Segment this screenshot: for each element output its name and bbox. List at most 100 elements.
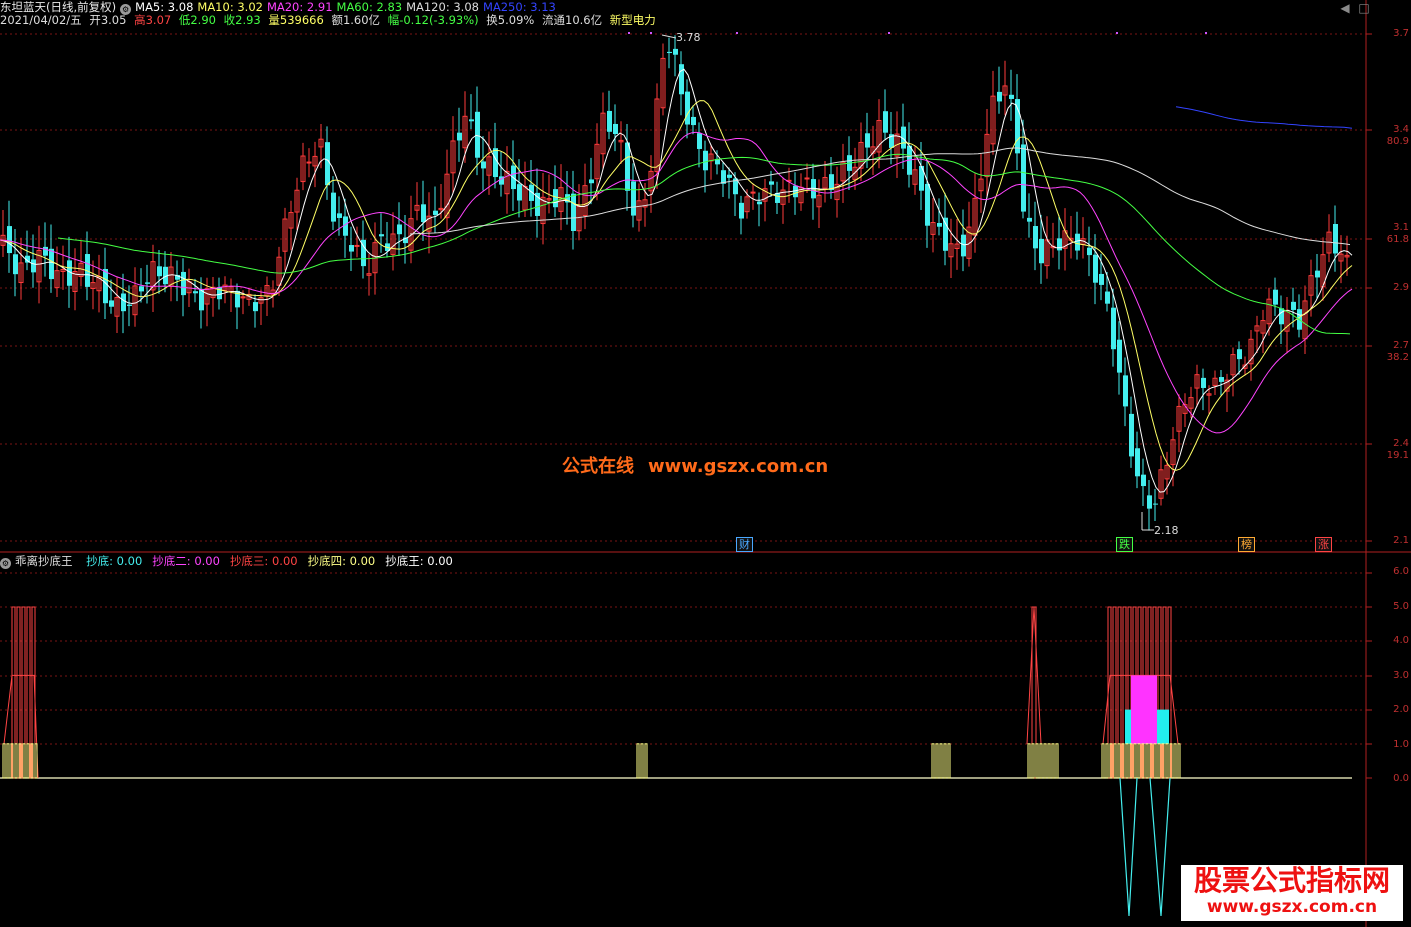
candle-body-down bbox=[1237, 349, 1242, 360]
restore-button[interactable]: □ bbox=[1356, 1, 1372, 15]
chaodi2-block bbox=[1131, 675, 1157, 744]
candle-body-down bbox=[1057, 238, 1062, 251]
price-axis-label: 80.9 bbox=[1386, 136, 1409, 147]
signal-marker bbox=[888, 32, 890, 34]
event-tag-finance[interactable]: 财 bbox=[736, 537, 753, 552]
event-tag-rank[interactable]: 榜 bbox=[1238, 537, 1255, 552]
chaodi4-bar bbox=[1047, 743, 1051, 779]
quote-close: 收2.93 bbox=[223, 13, 261, 27]
chaodi4-bar bbox=[1101, 743, 1105, 779]
candle-body-down bbox=[673, 48, 678, 55]
chaodi4-bar bbox=[1043, 743, 1047, 779]
minimize-button[interactable]: ◀ bbox=[1337, 1, 1353, 15]
stock-title: 东坦蓝天(日线,前复权) bbox=[0, 0, 117, 14]
candle-body-down bbox=[481, 161, 486, 169]
chaodi4-bar bbox=[26, 743, 30, 779]
price-axis-label: 19.1 bbox=[1386, 450, 1409, 461]
candle-body-down bbox=[703, 150, 708, 171]
chaodi4-bar bbox=[1055, 743, 1059, 779]
ma10-line bbox=[0, 100, 1353, 471]
chaodi4-bar bbox=[2, 743, 6, 779]
candle-body-down bbox=[1075, 233, 1080, 251]
event-tag-rise[interactable]: 涨 bbox=[1315, 537, 1332, 552]
ma5-line bbox=[0, 68, 1353, 493]
indicator-value-0: 抄底: 0.00 bbox=[86, 554, 143, 568]
indicator-settings-icon[interactable]: ⚙ bbox=[0, 558, 11, 569]
candle-body-down bbox=[1135, 448, 1140, 477]
event-tag-drop[interactable]: 跌 bbox=[1116, 537, 1133, 552]
ma-value-5: MA250: 3.13 bbox=[482, 0, 556, 14]
candle-body-down bbox=[727, 174, 732, 178]
candle-body-down bbox=[1021, 144, 1026, 212]
candle-body-down bbox=[421, 204, 426, 223]
signal-marker bbox=[1205, 32, 1207, 34]
chart-header: 东坦蓝天(日线,前复权) ⚙ MA5: 3.08 MA10: 3.02 MA20: 2.… bbox=[0, 0, 564, 15]
candle-body-down bbox=[1105, 291, 1110, 304]
indicator-header: ⚙ 乖离抄底王 抄底: 0.00 抄底二: 0.00 抄底三: 0.00 抄底四: 0.… bbox=[0, 554, 461, 569]
candle-body-down bbox=[685, 91, 690, 125]
candle-body-down bbox=[49, 248, 54, 280]
chaodi3-envelope bbox=[1026, 606, 1042, 744]
candle-body-down bbox=[1273, 289, 1278, 305]
quote-change: 幅-0.12(-3.93%) bbox=[387, 13, 479, 27]
candle-body-down bbox=[13, 254, 18, 275]
chaodi4-bar bbox=[943, 743, 947, 779]
ma-value-3: MA60: 2.83 bbox=[336, 0, 403, 14]
candle-body-down bbox=[1027, 217, 1032, 222]
chaodi4-bar bbox=[1157, 743, 1161, 779]
candle-body-down bbox=[1033, 226, 1038, 249]
price-axis-label: 2.4 bbox=[1393, 438, 1409, 449]
price-axis-label: 38.2 bbox=[1386, 352, 1409, 363]
candle-body-down bbox=[1093, 254, 1098, 283]
candle-body-down bbox=[679, 64, 684, 95]
candle-body-down bbox=[145, 282, 150, 284]
candle-body-down bbox=[469, 119, 474, 122]
ma-value-2: MA20: 2.91 bbox=[266, 0, 333, 14]
indicator-axis-label: 3.0 bbox=[1393, 670, 1409, 681]
ma250-line bbox=[1175, 106, 1353, 129]
candle-body-down bbox=[349, 245, 354, 252]
chaodi4-bar bbox=[1105, 743, 1109, 779]
candle-body-down bbox=[589, 179, 594, 184]
ma120-line bbox=[409, 147, 1351, 246]
indicator-axis-label: 4.0 bbox=[1393, 635, 1409, 646]
chaodi4-bar bbox=[1051, 743, 1055, 779]
candle-body-down bbox=[997, 91, 1002, 102]
candle-body-down bbox=[397, 224, 402, 235]
quote-volume: 量539666 bbox=[268, 13, 324, 27]
candle-body-down bbox=[769, 181, 774, 185]
candle-body-down bbox=[1009, 94, 1014, 99]
signal-marker bbox=[736, 32, 738, 34]
indicator-values: 抄底: 0.00 抄底二: 0.00 抄底三: 0.00 抄底四: 0.00 抄底王: … bbox=[80, 554, 457, 568]
chaodi4-bar bbox=[1027, 743, 1031, 779]
chaodi4-bar bbox=[947, 743, 951, 779]
quote-open: 开3.05 bbox=[89, 13, 127, 27]
candle-body-up bbox=[306, 161, 312, 164]
candle-body-down bbox=[1279, 308, 1284, 325]
chaodi-spike bbox=[1119, 777, 1171, 917]
price-axis-label: 3.4 bbox=[1393, 124, 1409, 135]
candle-body-down bbox=[457, 132, 462, 141]
candle-body-down bbox=[157, 266, 162, 277]
candle-body-down bbox=[1111, 307, 1116, 350]
candle-body-down bbox=[613, 123, 618, 134]
site-url: www.gszx.com.cn bbox=[1206, 897, 1378, 917]
candle-body-down bbox=[325, 142, 330, 186]
chaodi4-bar bbox=[939, 743, 943, 779]
candle-body-down bbox=[31, 259, 36, 273]
candle-body-down bbox=[937, 223, 942, 227]
candle-body-down bbox=[625, 142, 630, 191]
candle-body-down bbox=[7, 226, 12, 254]
chaodi4-bar bbox=[1177, 743, 1181, 779]
candle-body-down bbox=[607, 110, 612, 132]
candle-body-down bbox=[883, 111, 888, 133]
candle-body-up bbox=[354, 244, 360, 247]
candle-body-down bbox=[1219, 377, 1224, 382]
watermark-cn: 公式在线 bbox=[562, 456, 634, 477]
candle-body-down bbox=[181, 271, 186, 296]
chaodi4-bar bbox=[644, 743, 648, 779]
candle-body-down bbox=[631, 181, 636, 216]
signal-marker bbox=[1116, 32, 1118, 34]
chaodi4-bar bbox=[1173, 743, 1177, 779]
candle-body-down bbox=[493, 148, 498, 178]
